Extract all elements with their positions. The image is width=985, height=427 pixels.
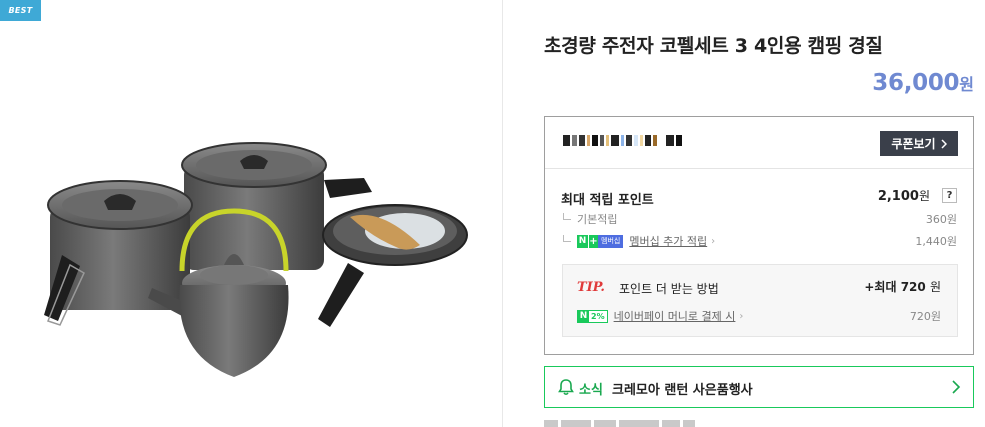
product-title: 초경량 주전자 코펠세트 3 4인용 캠핑 경질 bbox=[544, 35, 883, 57]
plus-icon: + bbox=[588, 234, 598, 248]
coupon-view-label: 쿠폰보기 bbox=[891, 137, 936, 151]
basic-points-row: 기본적립 bbox=[563, 211, 617, 227]
basic-points-label: 기본적립 bbox=[577, 213, 618, 226]
tip-value-amount: 720 bbox=[900, 280, 926, 294]
tip-value-prefix: +최대 bbox=[864, 280, 897, 294]
membership-points-value: 1,440원 bbox=[915, 235, 957, 248]
benefit-box: 쿠폰보기 최대 적립 포인트 2,100원 ? 기본적립 360원 N + 멤버… bbox=[544, 116, 974, 355]
chevron-right-icon: › bbox=[711, 235, 716, 247]
tip-box: TIP. 포인트 더 받는 방법 +최대 720 원 N 2% 네이버페이 머니… bbox=[562, 264, 958, 337]
blurred-seller-name bbox=[563, 135, 682, 146]
chevron-right-icon bbox=[941, 138, 947, 149]
naver-plus-membership-badge: N + 멤버십 bbox=[577, 234, 624, 248]
store-news-banner[interactable]: 소식 크레모아 랜턴 사은품행사 bbox=[544, 366, 974, 408]
tree-branch-icon bbox=[563, 235, 571, 242]
naverpay-percent-label: 2% bbox=[589, 310, 607, 322]
product-price: 36,000원 bbox=[872, 70, 974, 96]
membership-points-row: N + 멤버십 멤버십 추가 적립 › bbox=[563, 233, 715, 249]
price-unit: 원 bbox=[959, 75, 974, 94]
naver-n-icon: N bbox=[578, 310, 589, 322]
tip-value-unit: 원 bbox=[929, 280, 941, 294]
naverpay-points-value: 720원 bbox=[909, 310, 941, 323]
tree-branch-icon bbox=[563, 213, 571, 220]
naverpay-link[interactable]: 네이버페이 머니로 결제 시 bbox=[614, 308, 736, 324]
max-points-unit: 원 bbox=[918, 189, 930, 203]
news-text: 크레모아 랜턴 사은품행사 bbox=[612, 383, 753, 398]
bell-icon bbox=[558, 379, 574, 396]
price-amount: 36,000 bbox=[872, 70, 960, 96]
basic-points-value: 360원 bbox=[925, 213, 957, 226]
best-badge: BEST bbox=[0, 0, 41, 21]
membership-points-link[interactable]: 멤버십 추가 적립 bbox=[629, 233, 707, 249]
news-tag: 소식 bbox=[579, 383, 603, 398]
product-image-panel: BEST bbox=[0, 0, 503, 427]
naverpay-row: N 2% 네이버페이 머니로 결제 시 › bbox=[577, 308, 743, 324]
tip-text: 포인트 더 받는 방법 bbox=[619, 282, 719, 296]
max-points-amount: 2,100 bbox=[877, 189, 919, 204]
points-help-button[interactable]: ? bbox=[942, 188, 957, 203]
tip-label: TIP. bbox=[577, 280, 605, 295]
membership-badge-label: 멤버십 bbox=[598, 234, 624, 248]
coupon-view-button[interactable]: 쿠폰보기 bbox=[880, 131, 958, 156]
tip-max-value: +최대 720 원 bbox=[864, 278, 941, 295]
max-points-label: 최대 적립 포인트 bbox=[561, 193, 654, 208]
naverpay-percent-badge: N 2% bbox=[577, 309, 608, 323]
cut-off-row bbox=[544, 420, 744, 427]
chevron-right-icon bbox=[952, 380, 961, 394]
naver-n-icon: N bbox=[577, 234, 588, 248]
max-points-value: 2,100원 bbox=[878, 187, 930, 204]
seller-row: 쿠폰보기 bbox=[545, 117, 973, 169]
chevron-right-icon: › bbox=[739, 310, 744, 322]
product-image[interactable] bbox=[30, 135, 480, 395]
